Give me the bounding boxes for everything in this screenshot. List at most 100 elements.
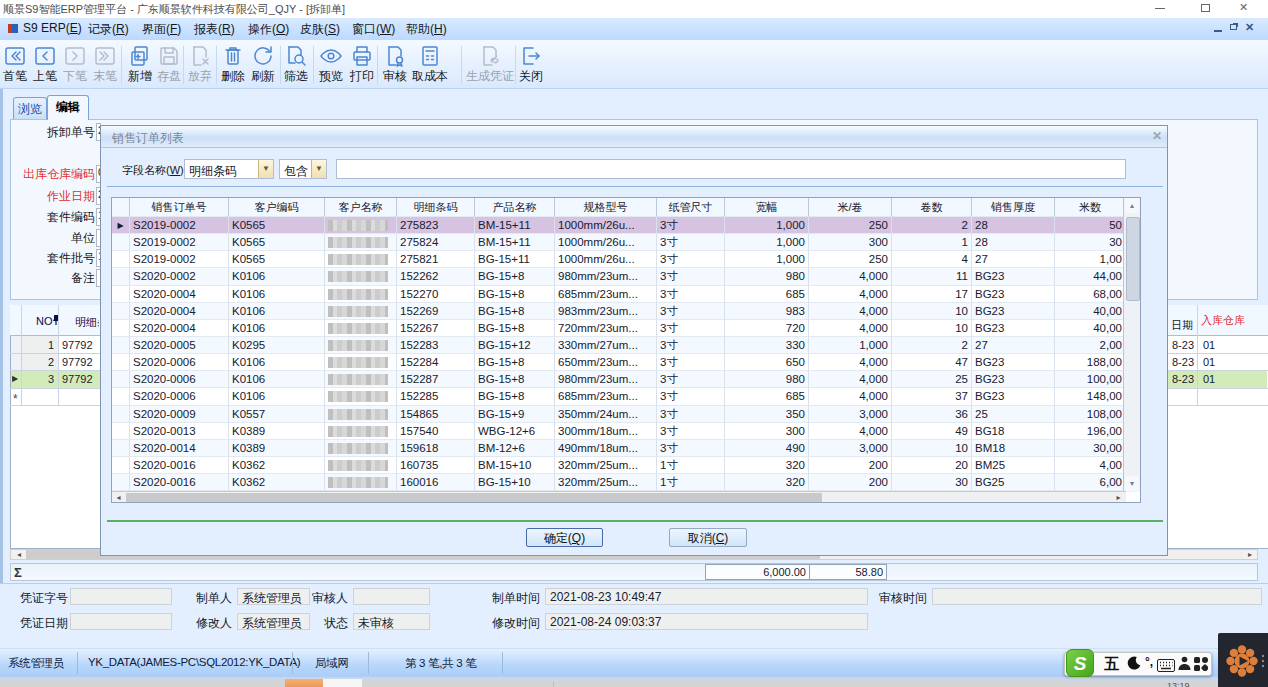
dialog-table-row-3[interactable]: S2020-0002K0106152262BG-15+8980mm/23um..… (112, 268, 1126, 285)
toolbar-button-audit[interactable]: 审核 (379, 44, 411, 86)
footer-field-1-0[interactable] (70, 613, 172, 630)
menu-item-1[interactable]: 记录(R) (88, 21, 129, 37)
tab-browse[interactable]: 浏览 (13, 97, 47, 119)
column-header-8[interactable]: 米/卷 (809, 198, 892, 217)
footer-field-1-1[interactable]: 系统管理员 (237, 613, 310, 630)
dialog-table-row-4[interactable]: S2020-0004K0106152270BG-15+8685mm/23um..… (112, 286, 1126, 303)
dialog-table-hscrollbar[interactable]: ◂▸ (112, 491, 1126, 503)
person-icon[interactable] (1178, 656, 1191, 675)
toolbar-button-close[interactable]: 关闭 (515, 44, 547, 86)
footer-field-0-0[interactable] (70, 588, 172, 605)
toolbar-button-delete[interactable]: 删除 (217, 44, 249, 86)
scroll-left-button[interactable]: ◂ (12, 550, 26, 559)
filter-operator-select[interactable]: 包含▼ (279, 159, 327, 179)
dialog-table-row-10[interactable]: S2020-0006K0106152285BG-15+8685mm/23um..… (112, 388, 1126, 405)
keyboard-icon[interactable] (1157, 658, 1175, 676)
dialog-table-row-12[interactable]: S2020-0013K0389157540WBG-12+6300mm/18um.… (112, 423, 1126, 440)
chevron-down-icon[interactable]: ▼ (258, 160, 273, 178)
cell-10-9: 37 (892, 388, 972, 405)
toolbar-button-add[interactable]: 新增 (124, 44, 156, 86)
window-minimize-button[interactable] (1155, 8, 1165, 9)
menu-item-3[interactable]: 报表(R) (194, 21, 235, 37)
ime-logo[interactable]: S (1066, 649, 1094, 677)
dialog-table-row-6[interactable]: S2020-0004K0106152267BG-15+8720mm/23um..… (112, 320, 1126, 337)
dialog-table-row-15[interactable]: S2020-0016K0362160016BG-15+10320mm/25um.… (112, 474, 1126, 491)
dialog-table-vscrollbar[interactable]: ▴▾ (1123, 198, 1140, 492)
dialog-table-row-14[interactable]: S2020-0016K0362160735BM-15+10320mm/25um.… (112, 457, 1126, 474)
dialog-table-row-13[interactable]: S2020-0014K0389159618BM-12+6490mm/18um..… (112, 440, 1126, 457)
column-header-9[interactable]: 卷数 (892, 198, 972, 217)
scroll-right-button[interactable]: ▸ (1243, 550, 1257, 559)
cell-2-8: 250 (809, 251, 892, 268)
footer-field-1-3[interactable]: 2021-08-24 09:03:37 (545, 613, 868, 630)
scroll-left-button[interactable]: ◂ (112, 493, 125, 503)
column-header-10[interactable]: 销售厚度 (972, 198, 1055, 217)
cancel-button[interactable]: 取消(C) (669, 528, 747, 547)
taskbar-app[interactable] (323, 679, 362, 687)
menu-item-0[interactable]: S9 ERP(E) (23, 21, 82, 37)
footer-field-0-3[interactable]: 2021-08-23 10:49:47 (545, 588, 868, 605)
dialog-table-row-1[interactable]: S2019-0002K0565275824BM-15+111000mm/26u.… (112, 234, 1126, 251)
column-header-7[interactable]: 宽幅 (725, 198, 809, 217)
moon-icon[interactable] (1126, 655, 1141, 675)
toolbar-button-filter[interactable]: 筛选 (280, 44, 312, 86)
punctuation-icon[interactable]: °, (1145, 655, 1153, 669)
dialog-table-row-8[interactable]: S2020-0006K0106152284BG-15+8650mm/23um..… (112, 354, 1126, 371)
toolbar-button-preview[interactable]: 预览 (315, 44, 347, 86)
toolbar-button-cost[interactable]: 取成本 (408, 44, 453, 86)
row-indicator-cell (112, 303, 130, 320)
hscroll-thumb[interactable] (126, 493, 822, 503)
cell-15-4: BG-15+10 (475, 474, 555, 491)
tab-edit[interactable]: 编辑 (47, 95, 89, 120)
mdi-minimize-button[interactable] (1214, 30, 1222, 32)
chevron-down-icon[interactable]: ▼ (311, 160, 326, 178)
dialog-table-row-2[interactable]: S2019-0002K0565275821BG-15+111000mm/26u.… (112, 251, 1126, 268)
next-icon (63, 44, 87, 68)
toolbar-label: 关闭 (515, 69, 547, 83)
menu-item-6[interactable]: 窗口(W) (352, 21, 395, 37)
menu-item-5[interactable]: 皮肤(S) (300, 21, 340, 37)
dialog-table-row-7[interactable]: S2020-0005K0295152283BG-15+12330mm/27um.… (112, 337, 1126, 354)
dialog-close-button[interactable]: ✕ (1152, 129, 1162, 143)
menu-item-2[interactable]: 界面(F) (142, 21, 181, 37)
taskbar-active-app[interactable] (285, 679, 323, 687)
dialog-table-row-0[interactable]: ▶S2019-0002K0565275823BM-15+111000mm/26u… (112, 217, 1126, 234)
recorder-widget[interactable] (1218, 633, 1268, 687)
menu-item-4[interactable]: 操作(O) (248, 21, 289, 37)
scroll-up-button[interactable]: ▴ (1125, 198, 1139, 213)
dialog-table-row-5[interactable]: S2020-0004K0106152269BG-15+8983mm/23um..… (112, 303, 1126, 320)
footer-field-1-2[interactable]: 未审核 (353, 613, 430, 630)
form-label-4: 单位 (5, 230, 95, 245)
column-header-5[interactable]: 规格型号 (555, 198, 657, 217)
dialog-table-row-9[interactable]: S2020-0006K0106152287BG-15+8980mm/23um..… (112, 371, 1126, 388)
ok-button[interactable]: 确定(Q) (526, 528, 603, 547)
vscroll-thumb[interactable] (1126, 217, 1140, 301)
toolbar-button-refresh[interactable]: 刷新 (247, 44, 279, 86)
column-header-11[interactable]: 米数 (1055, 198, 1126, 217)
column-header-3[interactable]: 明细条码 (397, 198, 475, 217)
footer-field-0-1[interactable]: 系统管理员 (237, 588, 310, 605)
footer-field-0-4[interactable] (932, 588, 1262, 605)
toolbox-icon[interactable] (1194, 657, 1208, 675)
column-header-6[interactable]: 纸管尺寸 (657, 198, 725, 217)
column-header-1[interactable]: 客户编码 (229, 198, 325, 217)
window-close-button[interactable]: ✕ (1239, 1, 1248, 14)
menu-item-7[interactable]: 帮助(H) (406, 21, 447, 37)
cell-10-1: K0106 (229, 388, 325, 405)
column-header-4[interactable]: 产品名称 (475, 198, 555, 217)
dialog-table-row-11[interactable]: S2020-0009K0557154865BG-15+9350mm/24um..… (112, 406, 1126, 423)
scroll-right-button[interactable]: ▸ (1112, 493, 1125, 503)
scroll-down-button[interactable]: ▾ (1125, 476, 1139, 491)
filter-field-select[interactable]: 明细条码▼ (184, 159, 274, 179)
mdi-restore-button[interactable] (1230, 24, 1237, 30)
ime-mode-wubi[interactable]: 五 (1104, 655, 1119, 674)
toolbar-button-first[interactable]: 首笔 (0, 44, 31, 86)
toolbar-button-print[interactable]: 打印 (346, 44, 378, 86)
toolbar-button-prev[interactable]: 上笔 (29, 44, 61, 86)
window-maximize-button[interactable] (1201, 4, 1210, 12)
column-header-2[interactable]: 客户名称 (325, 198, 397, 217)
footer-field-0-2[interactable] (353, 588, 430, 605)
filter-value-input[interactable] (336, 159, 1126, 179)
column-header-0[interactable]: 销售订单号 (130, 198, 229, 217)
mdi-close-button[interactable]: ✕ (1245, 21, 1254, 34)
